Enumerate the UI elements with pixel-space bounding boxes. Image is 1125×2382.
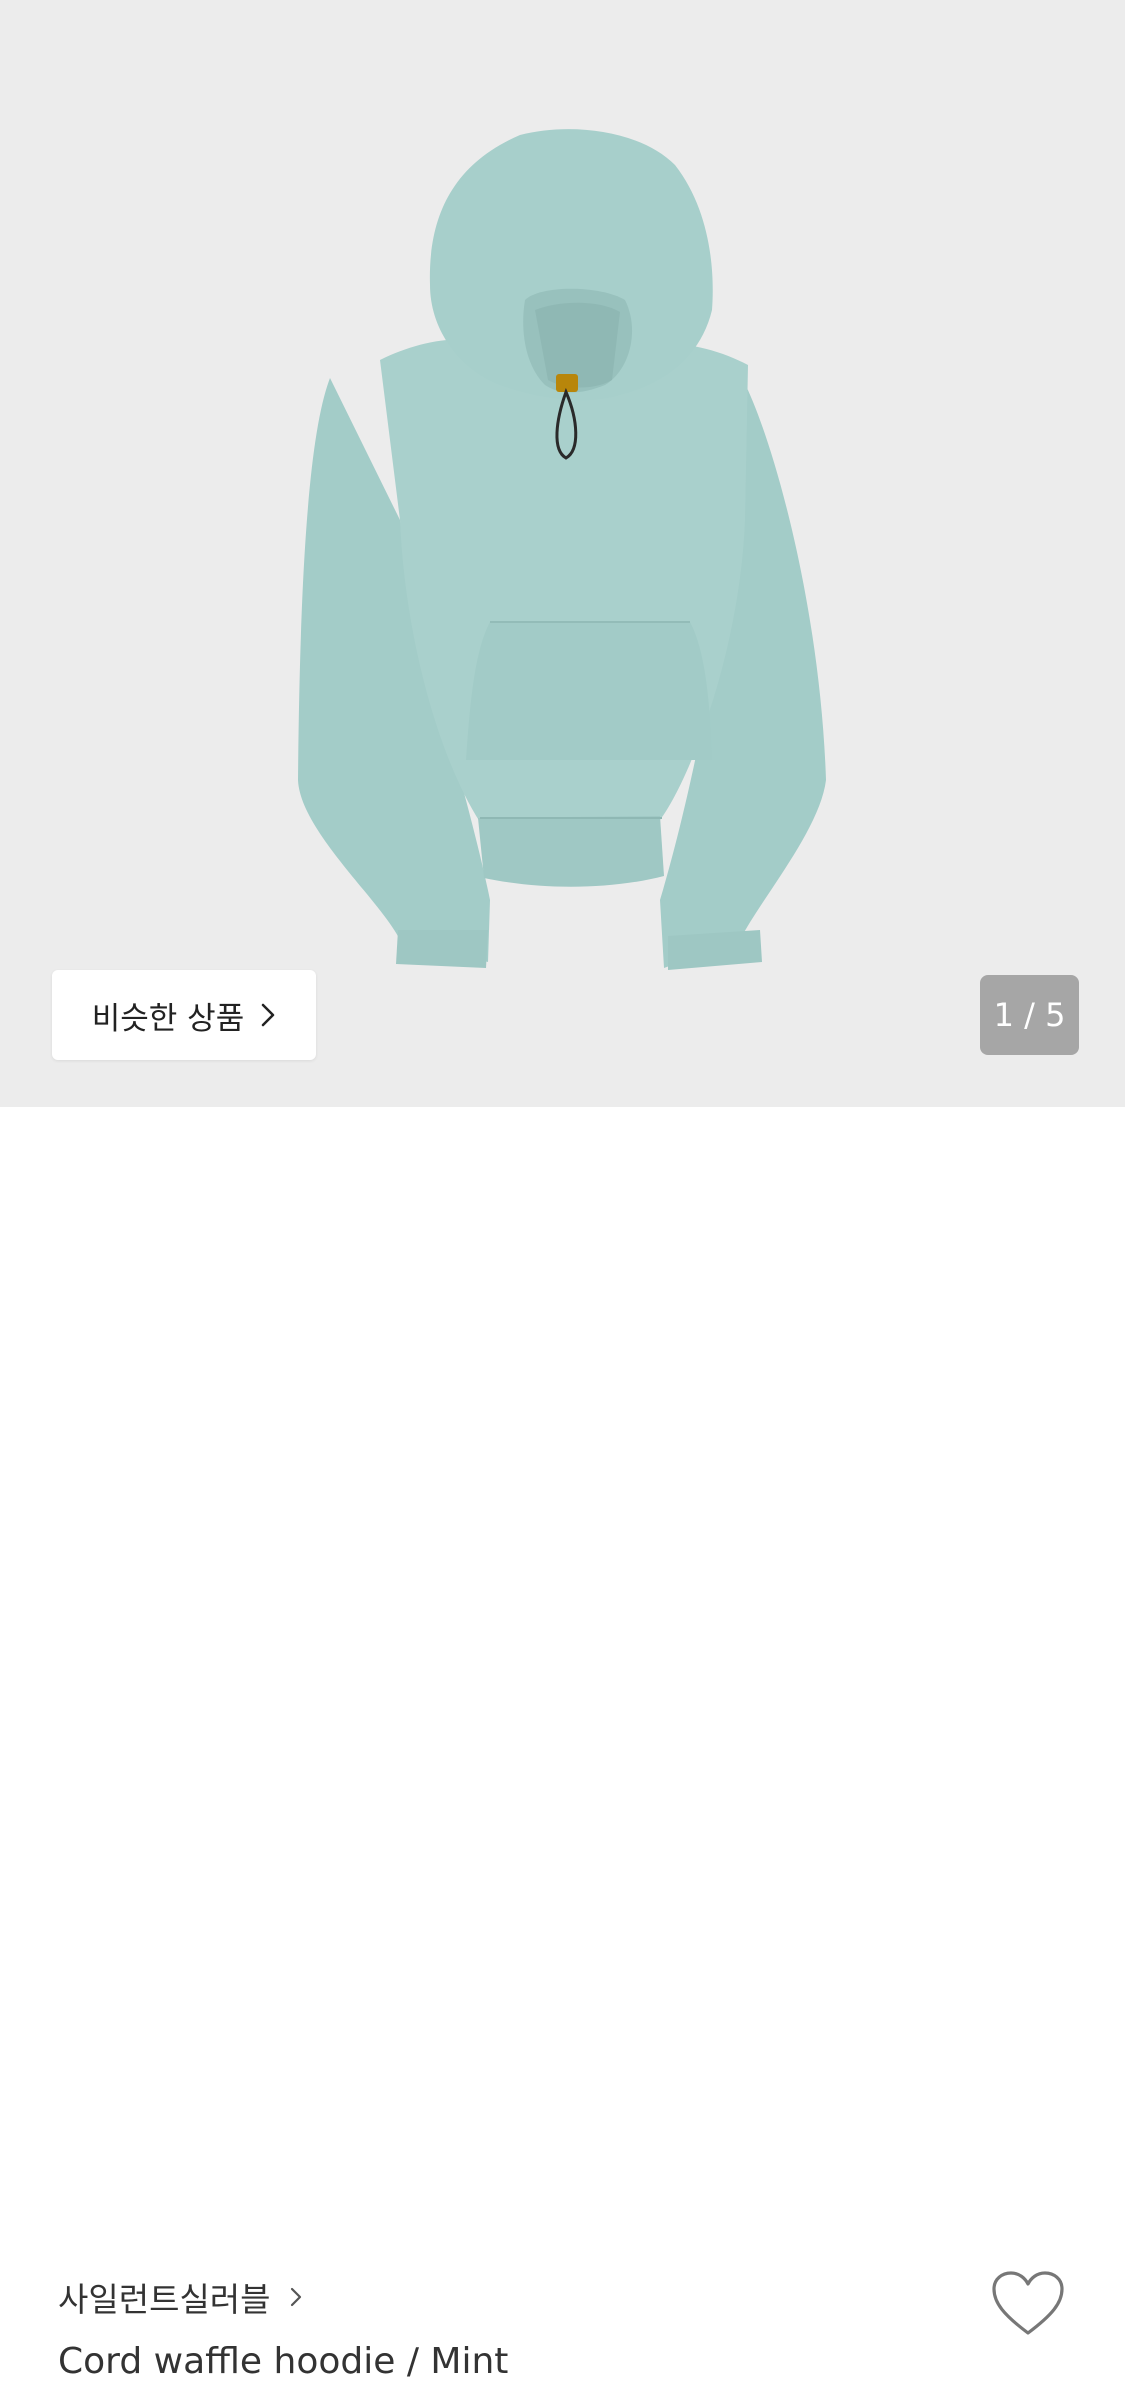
image-page-indicator: 1 / 5 xyxy=(980,975,1079,1055)
wishlist-button[interactable] xyxy=(990,2269,1066,2339)
product-name: Cord waffle hoodie / Mint xyxy=(58,2341,509,2382)
product-image xyxy=(298,129,826,970)
heart-outline-icon xyxy=(992,2271,1064,2335)
chevron-right-icon xyxy=(289,2278,303,2317)
brand-name: 사일런트실러블 xyxy=(58,2280,271,2319)
product-info: 사일런트실러블 Cord waffle hoodie / Mint xyxy=(0,1107,1125,2382)
brand-link[interactable]: 사일런트실러블 xyxy=(58,2273,303,2321)
product-image-gallery[interactable]: 비슷한 상품 1 / 5 xyxy=(0,0,1125,1107)
chevron-right-icon xyxy=(260,1001,276,1029)
similar-products-button[interactable]: 비슷한 상품 xyxy=(52,970,316,1060)
similar-products-label: 비슷한 상품 xyxy=(91,1000,245,1037)
